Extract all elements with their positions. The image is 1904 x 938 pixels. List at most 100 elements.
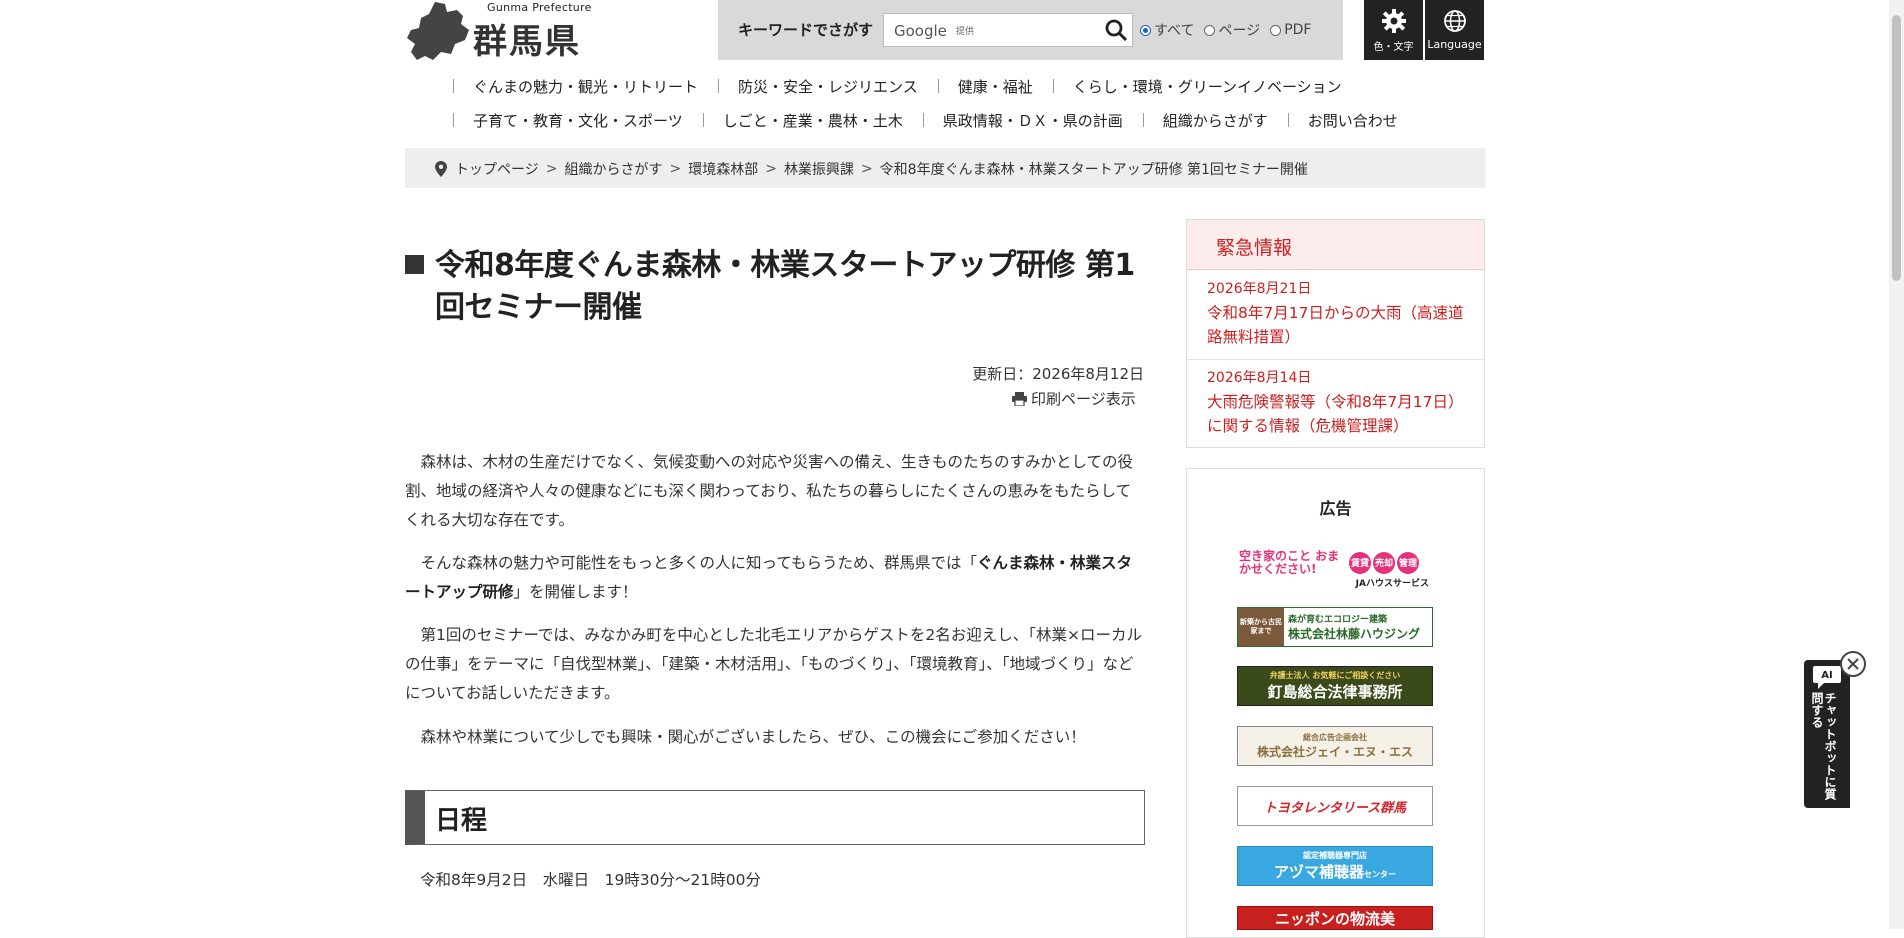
vertical-scrollbar[interactable] bbox=[1889, 0, 1904, 929]
ad-azuma-tagline: 認定補聴器専門店 bbox=[1303, 851, 1367, 860]
google-provided-label: 提供 bbox=[956, 27, 975, 37]
ad-azuma-name: アヅマ補聴器センター bbox=[1274, 861, 1396, 882]
printer-icon bbox=[1012, 391, 1027, 406]
ad-kugishima-tagline: 弁護士法人 お気軽にご相談ください bbox=[1269, 671, 1401, 680]
scrollbar-thumb[interactable] bbox=[1892, 15, 1901, 281]
breadcrumb-department[interactable]: 環境森林部 bbox=[688, 159, 758, 179]
close-icon bbox=[1847, 658, 1859, 670]
ad-rinto-name: 株式会社林藤ハウジング bbox=[1288, 627, 1421, 641]
intro-paragraph-4: 森林や林業について少しでも興味・関心がございましたら、ぜひ、この機会にご参加くだ… bbox=[420, 728, 1086, 746]
schedule-heading: 日程 bbox=[405, 790, 1145, 845]
nav-item-living[interactable]: くらし・環境・グリーンイノベーション bbox=[1052, 76, 1362, 97]
print-page-link[interactable]: 印刷ページ表示 bbox=[1012, 388, 1136, 409]
ad-banner-jns[interactable]: 総合広告企画会社 株式会社ジェイ・エヌ・エス bbox=[1237, 726, 1433, 766]
emergency-item[interactable]: 2026年8月21日 令和8年7月17日からの大雨（高速道路無料措置） bbox=[1207, 278, 1467, 349]
nav-item-disaster[interactable]: 防災・安全・レジリエンス bbox=[718, 76, 938, 97]
ad-banner-toyota-rentalease[interactable]: トヨタレンタリース群馬 bbox=[1237, 786, 1433, 826]
nav-item-industry[interactable]: しごと・産業・農林・土木 bbox=[702, 110, 923, 131]
intro-paragraph-2: そんな森林の魅力や可能性をもっと多くの人に知ってもらうため、群馬県では「ぐんま森… bbox=[405, 549, 1145, 607]
color-text-button[interactable]: 色・文字 bbox=[1364, 0, 1423, 60]
ad-logistics-name: ニッポンの物流美 bbox=[1274, 909, 1395, 928]
emergency-link[interactable]: 令和8年7月17日からの大雨（高速道路無料措置） bbox=[1207, 301, 1467, 349]
ad-badge: 売却 bbox=[1373, 551, 1395, 574]
logo-title: 群馬県 bbox=[473, 22, 581, 62]
emergency-link[interactable]: 大雨危険警報等（令和8年7月17日）に関する情報（危機管理課） bbox=[1207, 390, 1467, 438]
emergency-item[interactable]: 2026年8月14日 大雨危険警報等（令和8年7月17日）に関する情報（危機管理… bbox=[1207, 367, 1467, 438]
chatbot-ai-label: AI bbox=[1821, 670, 1832, 681]
ad-ja-house-badges: 賃貸 売却 管理 bbox=[1349, 551, 1419, 574]
schedule-text: 令和8年9月2日 水曜日 19時30分～21時00分 bbox=[420, 871, 761, 889]
emergency-divider bbox=[1187, 359, 1484, 360]
ad-rinto-tagline: 森が育むエコロジー建築 bbox=[1288, 615, 1388, 625]
ads-panel: 広告 空き家のこと おまかせください! 賃貸 売却 管理 JAハウスサービス 新… bbox=[1186, 468, 1485, 938]
nav-item-health[interactable]: 健康・福祉 bbox=[937, 76, 1053, 97]
search-scope-radios: すべて ページ PDF bbox=[1140, 20, 1311, 40]
breadcrumb-division[interactable]: 林業振興課 bbox=[784, 159, 854, 179]
chat-bubble-icon: AI bbox=[1813, 666, 1841, 689]
search-label: キーワードでさがす bbox=[738, 21, 874, 39]
search-button[interactable] bbox=[1102, 16, 1130, 44]
nav-item-organization[interactable]: 組織からさがす bbox=[1142, 110, 1288, 131]
gunma-map-icon bbox=[407, 2, 469, 60]
chatbot-close-button[interactable] bbox=[1840, 651, 1866, 677]
site-logo[interactable]: Gunma Prefecture 群馬県 bbox=[405, 0, 605, 62]
ad-banner-ja-house[interactable]: 空き家のこと おまかせください! 賃貸 売却 管理 JAハウスサービス bbox=[1237, 549, 1433, 589]
nav-item-contact[interactable]: お問い合わせ bbox=[1287, 110, 1418, 131]
globe-icon bbox=[1444, 10, 1466, 32]
print-page-label: 印刷ページ表示 bbox=[1031, 390, 1136, 408]
chatbot-button[interactable]: AI チャットボットに質問する bbox=[1804, 660, 1850, 808]
radio-pdf-label: PDF bbox=[1284, 22, 1312, 38]
breadcrumb-current: 令和8年度ぐんま森林・林業スタートアップ研修 第1回セミナー開催 bbox=[879, 162, 1308, 178]
radio-page-control[interactable] bbox=[1204, 24, 1216, 36]
search-input[interactable] bbox=[892, 20, 1096, 42]
nav-item-government[interactable]: 県政情報・ＤＸ・県の計画 bbox=[922, 110, 1143, 131]
breadcrumb-separator: > bbox=[765, 161, 777, 177]
ad-jns-name: 株式会社ジェイ・エヌ・エス bbox=[1256, 745, 1413, 759]
emergency-date: 2026年8月14日 bbox=[1207, 370, 1312, 386]
ad-kugishima-name: 釘島総合法律事務所 bbox=[1267, 683, 1403, 701]
ad-jns-tagline: 総合広告企画会社 bbox=[1303, 733, 1367, 742]
radio-all[interactable]: すべて bbox=[1140, 20, 1194, 40]
ad-banner-azuma-hearing[interactable]: 認定補聴器専門店 アヅマ補聴器センター bbox=[1237, 846, 1433, 886]
ad-badge: 管理 bbox=[1397, 551, 1419, 574]
ad-banner-kugishima-law[interactable]: 弁護士法人 お気軽にご相談ください 釘島総合法律事務所 bbox=[1237, 666, 1433, 706]
nav-item-attractions[interactable]: ぐんまの魅力・観光・リトリート bbox=[453, 76, 718, 97]
radio-page[interactable]: ページ bbox=[1204, 20, 1260, 40]
ad-banner-rinto-housing[interactable]: 新築から古民家まで 森が育むエコロジー建築 株式会社林藤ハウジング bbox=[1237, 607, 1433, 647]
search-icon bbox=[1105, 19, 1128, 42]
paragraph-2-text-before: そんな森林の魅力や可能性をもっと多くの人に知ってもらうため、群馬県では「 bbox=[420, 554, 977, 572]
radio-page-label: ページ bbox=[1218, 23, 1261, 39]
emergency-date: 2026年8月21日 bbox=[1207, 281, 1312, 297]
ad-azuma-name-suffix: センター bbox=[1364, 870, 1396, 879]
intro-paragraph-3: 第1回のセミナーでは、みなかみ町を中心とした北毛エリアからゲストを2名お迎えし、… bbox=[405, 626, 1143, 702]
language-label: Language bbox=[1427, 38, 1482, 51]
ad-azuma-name-main: アヅマ補聴器 bbox=[1273, 863, 1364, 881]
ad-badge: 賃貸 bbox=[1349, 551, 1371, 574]
radio-pdf[interactable]: PDF bbox=[1270, 22, 1311, 38]
breadcrumb-separator: > bbox=[860, 161, 873, 177]
nav-item-education[interactable]: 子育て・教育・文化・スポーツ bbox=[453, 110, 703, 131]
radio-all-label: すべて bbox=[1154, 23, 1195, 39]
gear-icon bbox=[1382, 9, 1406, 33]
ad-banner-logistics[interactable]: ニッポンの物流美 bbox=[1237, 906, 1433, 930]
schedule-heading-text: 日程 bbox=[435, 806, 488, 836]
intro-paragraph-1: 森林は、木材の生産だけでなく、気候変動への対応や災害への備え、生きものたちのすみ… bbox=[405, 453, 1134, 529]
ad-ja-house-brand: JAハウスサービス bbox=[1355, 578, 1429, 589]
updated-date: 更新日：2026年8月12日 bbox=[972, 365, 1144, 383]
page-title: 令和8年度ぐんま森林・林業スタートアップ研修 第1回セミナー開催 bbox=[435, 248, 1135, 325]
breadcrumb-organization[interactable]: 組織からさがす bbox=[564, 159, 662, 179]
title-marker bbox=[405, 255, 424, 274]
ad-toyota-name: トヨタレンタリース群馬 bbox=[1263, 800, 1407, 816]
radio-pdf-control[interactable] bbox=[1270, 24, 1282, 36]
emergency-info-panel: 緊急情報 2026年8月21日 令和8年7月17日からの大雨（高速道路無料措置）… bbox=[1186, 219, 1485, 448]
chatbot-label: チャットボットに質問する bbox=[1810, 692, 1837, 800]
ads-title: 広告 bbox=[1319, 499, 1352, 518]
breadcrumb-top[interactable]: トップページ bbox=[455, 159, 539, 179]
radio-all-control[interactable] bbox=[1140, 24, 1151, 36]
search-field: 提供 bbox=[883, 13, 1133, 47]
page: Gunma Prefecture 群馬県 キーワードでさがす 提供 すべて ペー… bbox=[0, 0, 1904, 938]
location-pin-icon bbox=[435, 161, 447, 177]
language-button[interactable]: Language bbox=[1425, 0, 1484, 60]
search-panel: キーワードでさがす 提供 すべて ページ PDF bbox=[718, 0, 1343, 60]
ad-ja-house-headline: 空き家のこと おまかせください! bbox=[1239, 549, 1340, 576]
